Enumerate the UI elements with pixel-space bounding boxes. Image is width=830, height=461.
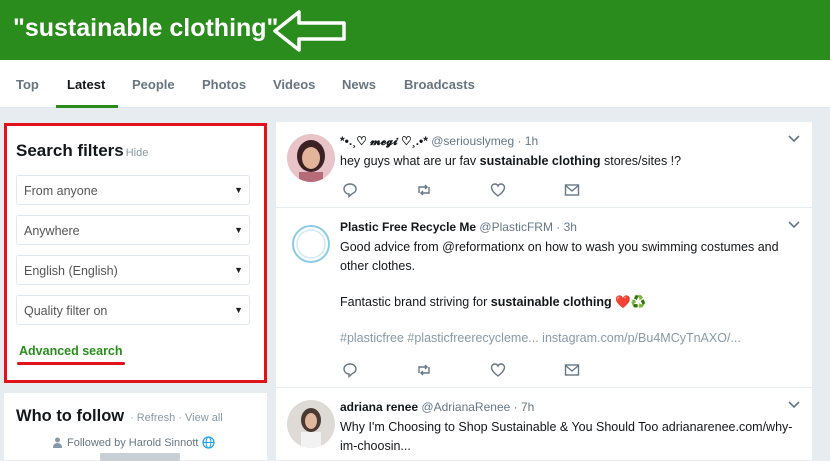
tweet-text-line: Fantastic brand striving for sustainable… <box>340 293 646 312</box>
tweet-header: *•.¸♡ 𝓶𝓮𝓰𝓲 ♡¸.•* @seriouslymeg · 1h <box>340 134 538 149</box>
tweet-item[interactable]: *•.¸♡ 𝓶𝓮𝓰𝓲 ♡¸.•* @seriouslymeg · 1h hey … <box>276 122 812 208</box>
tweet-hashtags-link[interactable]: #plasticfree #plasticfreerecycleme... in… <box>340 329 741 348</box>
avatar[interactable] <box>287 400 335 448</box>
tweet-text-line: Good advice from @reformationx on how to… <box>340 240 779 254</box>
highlight-underline <box>17 362 125 365</box>
tweet-header: adriana renee @AdrianaRenee · 7h <box>340 400 534 414</box>
tweet-text-line: Why I'm Choosing to Shop Sustainable & Y… <box>340 420 793 434</box>
retweet-icon[interactable] <box>416 362 432 378</box>
tweet-actions <box>342 362 582 380</box>
caret-down-icon: ▼ <box>234 265 243 275</box>
tab-photos[interactable]: Photos <box>202 77 246 92</box>
tweet-item[interactable]: Plastic Free Recycle Me @PlasticFRM · 3h… <box>276 208 812 388</box>
tab-news[interactable]: News <box>342 77 376 92</box>
tab-broadcasts[interactable]: Broadcasts <box>404 77 475 92</box>
tweet-text: hey guys what are ur fav sustainable clo… <box>340 152 681 171</box>
search-filters-panel: Search filters · Hide From anyone ▼ Anyw… <box>4 123 267 383</box>
caret-down-icon: ▼ <box>234 185 243 195</box>
tweet-item[interactable]: adriana renee @AdrianaRenee · 7h Why I'm… <box>276 388 812 460</box>
tweet-text-part: stores/sites !? <box>600 154 682 168</box>
tweet-header: Plastic Free Recycle Me @PlasticFRM · 3h <box>340 220 577 234</box>
tweet-text-highlight: sustainable clothing <box>479 154 601 168</box>
hide-filters-link[interactable]: · Hide <box>119 147 148 159</box>
language-select[interactable]: English (English) ▼ <box>16 255 250 285</box>
tweet-author-name[interactable]: adriana renee <box>340 400 418 414</box>
heart-icon[interactable] <box>490 362 506 378</box>
tab-latest[interactable]: Latest <box>67 77 105 92</box>
heart-recycle-emoji: ❤️♻️ <box>615 295 647 309</box>
search-filters-title: Search filters <box>16 141 124 160</box>
search-tabs: Top Latest People Photos Videos News Bro… <box>0 60 830 108</box>
quality-filter-select[interactable]: Quality filter on ▼ <box>16 295 250 325</box>
from-anyone-select[interactable]: From anyone ▼ <box>16 175 250 205</box>
caret-down-icon: ▼ <box>234 225 243 235</box>
who-to-follow-title: Who to follow <box>16 407 125 425</box>
tweet-author-handle[interactable]: @PlasticFRM <box>479 220 553 234</box>
retweet-icon[interactable] <box>416 182 432 198</box>
tweet-author-name[interactable]: *•.¸♡ 𝓶𝓮𝓰𝓲 ♡¸.•* <box>340 134 428 148</box>
who-to-follow-links: · Refresh · View all <box>130 412 223 424</box>
select-value: From anyone <box>24 184 98 198</box>
search-header: "sustainable clothing" <box>0 0 830 60</box>
tweet-author-name[interactable]: Plastic Free Recycle Me <box>340 220 476 234</box>
followed-by-text: Followed by Harold Sinnott <box>67 436 199 449</box>
active-tab-indicator <box>56 105 118 108</box>
tweet-text-line: im-choosin... <box>340 439 411 453</box>
person-icon <box>53 437 62 448</box>
tweet-timestamp[interactable]: · 1h <box>517 134 538 148</box>
location-select[interactable]: Anywhere ▼ <box>16 215 250 245</box>
view-all-link[interactable]: · View all <box>178 412 222 424</box>
tweet-text-part: Fantastic brand striving for <box>340 295 491 309</box>
followed-by-line: Followed by Harold Sinnott <box>52 436 216 449</box>
direct-message-icon[interactable] <box>564 362 580 378</box>
advanced-search-link[interactable]: Advanced search <box>19 344 123 358</box>
search-query-title: "sustainable clothing" <box>13 14 279 42</box>
tweet-author-handle[interactable]: @AdrianaRenee <box>421 400 510 414</box>
direct-message-icon[interactable] <box>564 182 580 198</box>
reply-icon[interactable] <box>342 362 358 378</box>
tweet-timestamp[interactable]: · 3h <box>556 220 577 234</box>
avatar[interactable] <box>287 220 335 268</box>
caret-down-icon: ▼ <box>234 305 243 315</box>
tab-videos[interactable]: Videos <box>273 77 315 92</box>
select-value: Quality filter on <box>24 304 108 318</box>
tab-top[interactable]: Top <box>16 77 39 92</box>
tweet-text-highlight: sustainable clothing <box>490 295 612 309</box>
tweet-timestamp[interactable]: · 7h <box>514 400 535 414</box>
who-to-follow-panel: Who to follow · Refresh · View all Follo… <box>4 393 267 461</box>
tab-people[interactable]: People <box>132 77 175 92</box>
tweet-author-handle[interactable]: @seriouslymeg <box>431 134 514 148</box>
globe-icon <box>202 436 216 449</box>
tweet-text-line: other clothes. <box>340 259 416 273</box>
select-value: English (English) <box>24 264 118 278</box>
chevron-down-icon[interactable] <box>788 134 800 144</box>
chevron-down-icon[interactable] <box>788 220 800 230</box>
reply-icon[interactable] <box>342 182 358 198</box>
heart-icon[interactable] <box>490 182 506 198</box>
refresh-link[interactable]: · Refresh <box>130 412 175 424</box>
tweet-actions <box>342 182 582 200</box>
arrow-left-icon <box>273 10 346 52</box>
tweet-timeline: *•.¸♡ 𝓶𝓮𝓰𝓲 ♡¸.•* @seriouslymeg · 1h hey … <box>276 122 812 460</box>
select-value: Anywhere <box>24 224 80 238</box>
tweet-text-part: hey guys what are ur fav <box>340 154 480 168</box>
chevron-down-icon[interactable] <box>788 400 800 410</box>
avatar[interactable] <box>287 134 335 182</box>
